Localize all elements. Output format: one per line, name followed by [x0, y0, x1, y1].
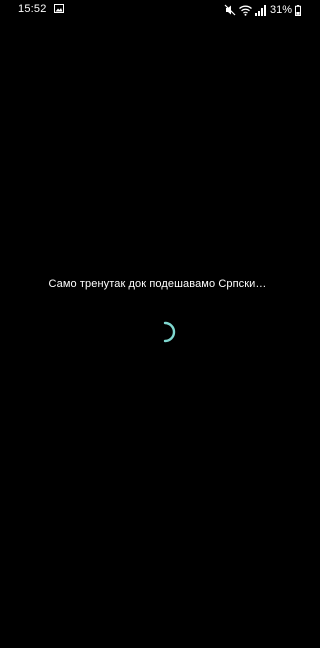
gallery-icon [54, 4, 64, 13]
loading-spinner [163, 321, 176, 343]
wifi-icon [239, 5, 252, 16]
mute-icon [224, 4, 236, 16]
status-bar: 15:52 31% [0, 0, 315, 20]
battery-percent: 31% [269, 4, 292, 16]
battery-icon [295, 4, 301, 16]
setup-message: Само тренутак док подешавамо Српски… [48, 278, 267, 290]
status-icons: 31% [224, 2, 301, 18]
signal-icon [254, 4, 266, 16]
status-time: 15:52 [18, 3, 47, 15]
